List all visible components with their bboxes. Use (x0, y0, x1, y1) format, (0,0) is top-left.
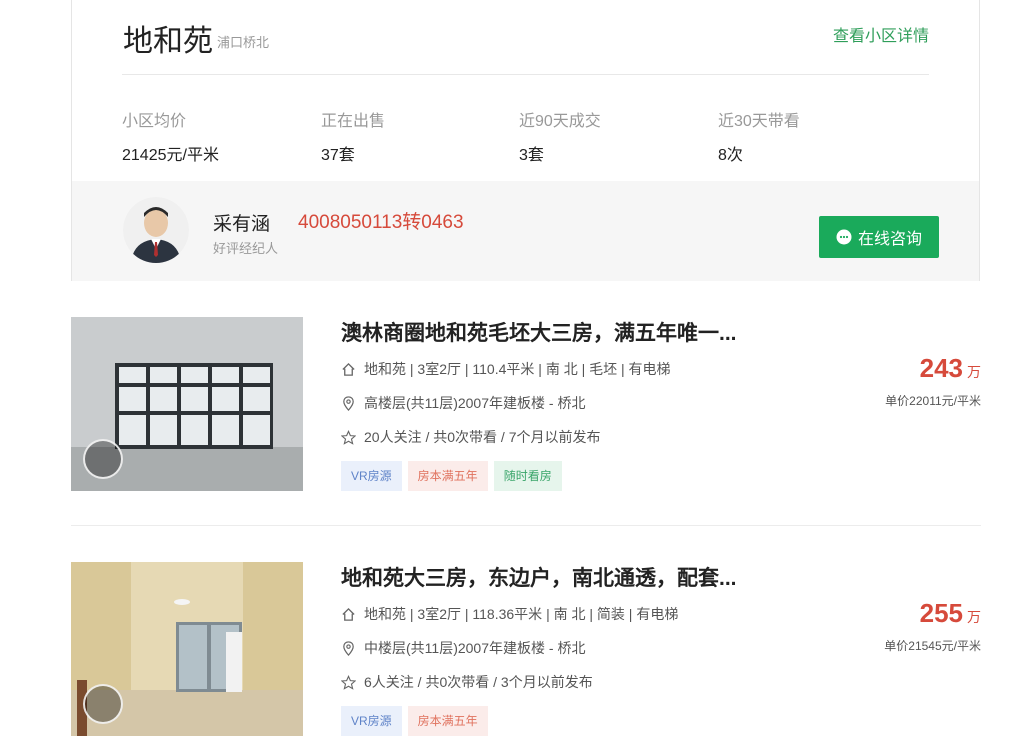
house-info-row: 地和苑 | 3室2厅 | 118.36平米 | 南 北 | 简装 | 有电梯 (341, 604, 678, 624)
follow-info-row: 20人关注 / 共0次带看 / 7个月以前发布 (341, 427, 600, 447)
total-price: 255 (919, 598, 963, 628)
listing-photo[interactable] (71, 562, 303, 736)
stat-label: 正在出售 (321, 113, 386, 130)
online-consult-button[interactable]: 在线咨询 (819, 216, 939, 258)
stat-visits-30d: 近30天带看 8次 (718, 107, 800, 165)
stat-value: 21425元/平米 (122, 147, 219, 164)
tag-five-years: 房本满五年 (407, 461, 488, 491)
stat-avg-price: 小区均价 21425元/平米 (122, 107, 219, 165)
vr-badge-icon (83, 439, 123, 479)
listing-item[interactable]: 澳林商圈地和苑毛坯大三房，满五年唯一... 地和苑 | 3室2厅 | 110.4… (71, 317, 981, 492)
tag-vr: VR房源 (341, 706, 402, 736)
agent-tag: 好评经纪人 (213, 241, 279, 256)
position-info[interactable]: 中楼层(共11层)2007年建板楼 - 桥北 (364, 638, 585, 658)
divider (122, 74, 929, 75)
follow-info: 20人关注 / 共0次带看 / 7个月以前发布 (364, 429, 601, 445)
listing-item[interactable]: 地和苑大三房，东边户，南北通透，配套... 地和苑 | 3室2厅 | 118.3… (71, 562, 981, 738)
unit-price: 单价21545元/平米 (884, 639, 981, 653)
listing-tags: VR房源 房本满五年 (341, 706, 488, 736)
star-icon (341, 429, 356, 445)
agent-avatar[interactable] (123, 197, 189, 263)
follow-info: 6人关注 / 共0次带看 / 3个月以前发布 (364, 674, 593, 690)
location-pin-icon (343, 640, 354, 656)
agent-name[interactable]: 采有涵 (213, 209, 270, 236)
stat-label: 近30天带看 (718, 113, 800, 130)
stat-value: 37套 (321, 147, 355, 164)
agent-phone: 4008050113转0463 (298, 212, 464, 233)
house-info[interactable]: 地和苑 | 3室2厅 | 110.4平米 | 南 北 | 毛坯 | 有电梯 (364, 359, 671, 379)
tag-vr: VR房源 (341, 461, 402, 491)
community-card: 地和苑 浦口桥北 查看小区详情 小区均价 21425元/平米 正在出售 37套 … (71, 0, 980, 281)
star-icon (341, 674, 356, 690)
stat-label: 近90天成交 (519, 113, 601, 130)
position-info-row: 高楼层(共11层)2007年建板楼 - 桥北 (341, 393, 585, 413)
follow-info-row: 6人关注 / 共0次带看 / 3个月以前发布 (341, 672, 593, 692)
total-price: 243 (919, 353, 963, 383)
listing-title[interactable]: 地和苑大三房，东边户，南北通透，配套... (341, 562, 737, 592)
listing-tags: VR房源 房本满五年 随时看房 (341, 461, 562, 491)
community-name[interactable]: 地和苑 (123, 16, 213, 60)
community-area: 浦口桥北 (217, 35, 270, 50)
stat-value: 8次 (718, 147, 743, 164)
house-info[interactable]: 地和苑 | 3室2厅 | 118.36平米 | 南 北 | 简装 | 有电梯 (364, 604, 678, 624)
unit-price: 单价22011元/平米 (885, 394, 981, 408)
listing-title[interactable]: 澳林商圈地和苑毛坯大三房，满五年唯一... (341, 317, 737, 347)
listing-price: 243 万 单价22011元/平米 (885, 353, 981, 409)
tag-five-years: 房本满五年 (407, 706, 488, 736)
stat-label: 小区均价 (122, 113, 187, 130)
house-icon (342, 362, 355, 376)
tag-anytime-viewing: 随时看房 (493, 461, 562, 491)
stat-value: 3套 (519, 147, 544, 164)
position-info-row: 中楼层(共11层)2007年建板楼 - 桥北 (341, 638, 585, 658)
consult-label: 在线咨询 (857, 231, 922, 248)
price-unit: 万 (967, 609, 981, 625)
stat-on-sale: 正在出售 37套 (321, 107, 385, 165)
chat-icon (836, 229, 852, 245)
position-info[interactable]: 高楼层(共11层)2007年建板楼 - 桥北 (364, 393, 585, 413)
community-detail-link[interactable]: 查看小区详情 (833, 22, 929, 46)
listing-divider (71, 525, 981, 526)
listing-photo[interactable] (71, 317, 303, 491)
stat-deals-90d: 近90天成交 3套 (519, 107, 601, 165)
vr-badge-icon (83, 684, 123, 724)
location-pin-icon (343, 395, 354, 411)
listing-price: 255 万 单价21545元/平米 (884, 598, 981, 654)
house-icon (342, 607, 355, 621)
agent-bar: 采有涵 4008050113转0463 好评经纪人 在线咨询 (72, 181, 979, 281)
house-info-row: 地和苑 | 3室2厅 | 110.4平米 | 南 北 | 毛坯 | 有电梯 (341, 359, 671, 379)
price-unit: 万 (967, 364, 981, 380)
